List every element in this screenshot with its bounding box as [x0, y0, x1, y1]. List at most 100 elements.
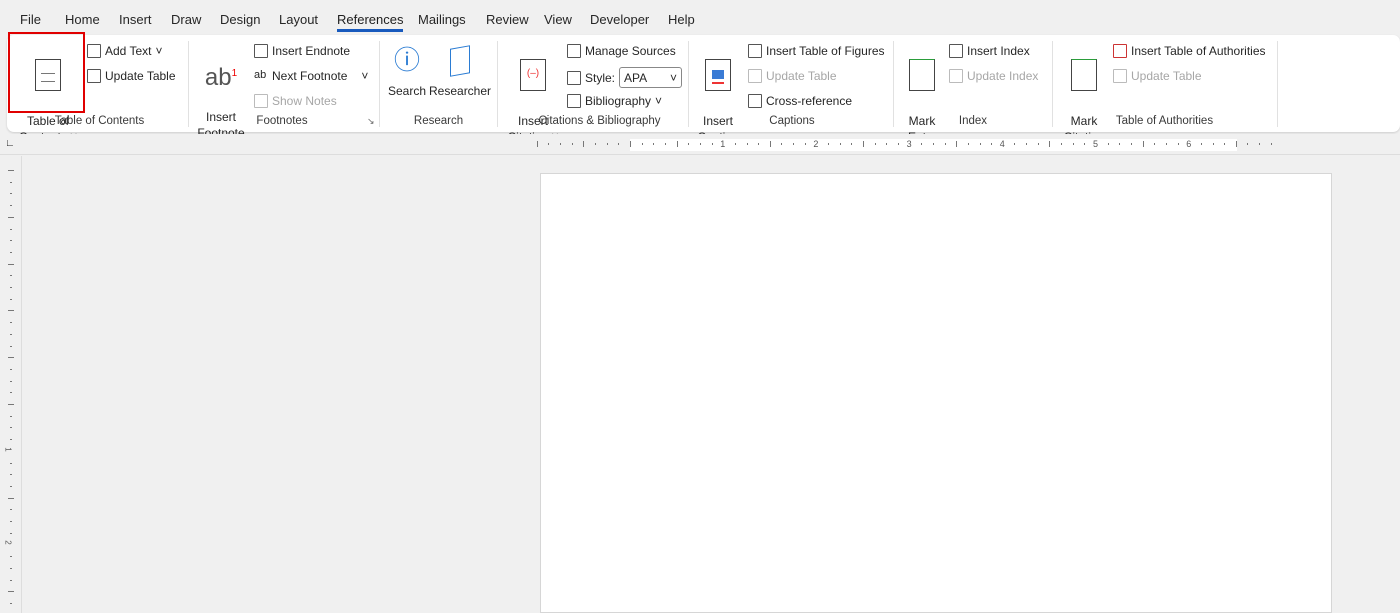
- ruler-tick: [1084, 143, 1086, 145]
- ruler-tick: [10, 521, 12, 522]
- tab-mailings[interactable]: Mailings: [418, 12, 466, 27]
- divider: [688, 41, 689, 127]
- tab-insert[interactable]: Insert: [119, 12, 152, 27]
- ruler-label: 1: [720, 139, 726, 149]
- ruler-tick: [10, 251, 12, 253]
- ruler-tick: [932, 143, 934, 145]
- horizontal-ruler[interactable]: ∟ 1 2 3 4 5 6: [0, 134, 1400, 155]
- vertical-ruler[interactable]: 12: [0, 156, 22, 613]
- ruler-tick: [676, 141, 678, 147]
- bibliography-button[interactable]: Bibliography ˅: [567, 94, 662, 108]
- toc-highlight-box: [8, 32, 85, 113]
- style-value: APA: [624, 70, 648, 85]
- ruler-tick: [1212, 143, 1214, 145]
- update-table-label: Update Table: [1131, 69, 1202, 83]
- researcher-button[interactable]: Researcher: [429, 43, 491, 99]
- ruler-tick: [10, 228, 12, 230]
- chevron-down-icon: ˅: [670, 70, 678, 85]
- insert-table-of-authorities-button[interactable]: Insert Table of Authorities: [1113, 44, 1266, 58]
- add-text-icon: [87, 44, 101, 58]
- show-notes-button[interactable]: Show Notes: [254, 94, 337, 108]
- insert-index-button[interactable]: Insert Index: [949, 44, 1030, 58]
- tab-selector-icon[interactable]: ∟: [5, 138, 15, 149]
- researcher-icon: [450, 45, 470, 77]
- ruler-tick: [991, 143, 993, 145]
- ruler-tick: [1177, 143, 1179, 145]
- tab-references[interactable]: References: [337, 12, 404, 32]
- ruler-tick: [10, 275, 12, 277]
- mark-citation-button[interactable]: Mark Citation: [1059, 43, 1109, 145]
- ruler-tick: [8, 310, 14, 312]
- manage-sources-button[interactable]: Manage Sources: [567, 44, 676, 58]
- tab-draw[interactable]: Draw: [171, 12, 201, 27]
- chevron-down-icon[interactable]: ˅: [361, 69, 368, 83]
- ruler-tick: [851, 143, 853, 145]
- ruler-tick: [1061, 143, 1063, 145]
- update-table-button[interactable]: Update Table: [87, 69, 176, 83]
- update-table-icon: [748, 69, 762, 83]
- ruler-tick: [10, 556, 12, 558]
- group-label-index: Index: [958, 115, 988, 127]
- document-page[interactable]: [540, 173, 1332, 613]
- bibliography-icon: [567, 94, 581, 108]
- update-table-authorities-button[interactable]: Update Table: [1113, 69, 1202, 83]
- ruler-tick: [10, 193, 12, 195]
- ruler-tick: [8, 404, 14, 405]
- bibliography-label: Bibliography: [585, 94, 652, 108]
- cross-reference-label: Cross-reference: [766, 94, 853, 108]
- insert-table-of-figures-button[interactable]: Insert Table of Figures: [748, 44, 885, 58]
- tab-design[interactable]: Design: [220, 12, 260, 27]
- insert-citation-button[interactable]: (–) Insert Citation ˅: [505, 43, 561, 145]
- insert-endnote-button[interactable]: Insert Endnote: [254, 44, 350, 58]
- ruler-tick: [10, 602, 12, 604]
- mark-citation-icon: [1071, 59, 1097, 91]
- mark-entry-button[interactable]: Mark Entry: [900, 43, 944, 145]
- ruler-label: 5: [1093, 139, 1099, 149]
- table-of-figures-icon: [748, 44, 762, 58]
- style-dropdown[interactable]: APA ˅: [619, 67, 683, 88]
- dialog-launcher-icon[interactable]: ↘: [367, 116, 375, 127]
- update-index-button[interactable]: Update Index: [949, 69, 1038, 83]
- insert-index-icon: [949, 44, 963, 58]
- tab-file[interactable]: File: [20, 12, 41, 27]
- tab-developer[interactable]: Developer: [590, 12, 649, 27]
- search-button[interactable]: ⓘ Search: [387, 43, 427, 99]
- group-label-citations: Citations & Bibliography: [538, 115, 661, 127]
- add-text-label: Add Text: [105, 44, 152, 58]
- ruler-tick: [1107, 143, 1109, 145]
- update-index-label: Update Index: [967, 69, 1039, 83]
- ruler-tick: [606, 143, 608, 145]
- insert-toa-label: Insert Table of Authorities: [1131, 44, 1266, 58]
- ruler-tick: [536, 141, 538, 147]
- ruler-tick: [8, 263, 14, 265]
- next-footnote-button[interactable]: ab Next Footnote ˅: [254, 69, 368, 83]
- ruler-tick: [1259, 143, 1261, 145]
- insert-caption-icon: [705, 59, 731, 91]
- tab-help[interactable]: Help: [668, 12, 695, 27]
- cross-reference-button[interactable]: Cross-reference: [748, 94, 852, 108]
- ruler-tick: [758, 143, 760, 145]
- ruler-tick: [793, 143, 795, 145]
- ruler-tick: [10, 462, 12, 464]
- tab-layout[interactable]: Layout: [279, 12, 318, 27]
- update-table-label: Update Table: [766, 69, 837, 83]
- ruler-tick: [897, 143, 899, 145]
- ruler-tick: [828, 143, 830, 145]
- ruler-tick: [10, 567, 12, 569]
- insert-caption-button[interactable]: Insert Caption: [695, 43, 741, 145]
- ruler-tick: [10, 368, 12, 370]
- update-table-label: Update Table: [105, 69, 176, 83]
- tab-home[interactable]: Home: [65, 12, 100, 27]
- ruler-tick: [10, 380, 12, 382]
- ruler-tick: [839, 143, 841, 145]
- ruler-tick: [653, 143, 655, 145]
- ruler-tick: [10, 181, 12, 183]
- tab-review[interactable]: Review: [486, 12, 529, 27]
- add-text-button[interactable]: Add Text ˅: [87, 44, 163, 58]
- ruler-tick: [10, 298, 12, 300]
- update-index-icon: [949, 69, 963, 83]
- tab-view[interactable]: View: [544, 12, 572, 27]
- update-table-button[interactable]: Update Table: [748, 69, 837, 83]
- ruler-tick: [781, 143, 783, 145]
- search-icon: ⓘ: [393, 45, 420, 75]
